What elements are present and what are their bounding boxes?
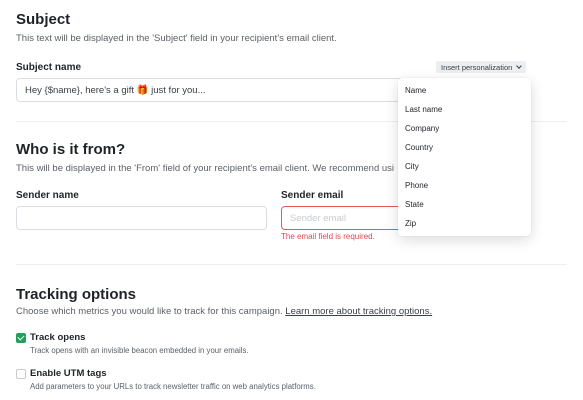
dropdown-item-city[interactable]: City	[405, 162, 419, 171]
from-description: This will be displayed in the 'From' fie…	[16, 163, 395, 174]
sender-email-placeholder: Sender email	[290, 212, 346, 224]
section-divider	[16, 264, 567, 265]
sender-email-error: The email field is required.	[281, 232, 375, 241]
tracking-learn-more-link[interactable]: Learn more about tracking options.	[285, 306, 432, 317]
track-opens-checkbox[interactable]	[16, 333, 26, 343]
sender-name-input[interactable]	[16, 206, 267, 230]
enable-utm-label: Enable UTM tags	[30, 368, 107, 379]
dropdown-item-phone[interactable]: Phone	[405, 181, 428, 190]
dropdown-item-country[interactable]: Country	[405, 143, 433, 152]
tracking-description: Choose which metrics you would like to t…	[16, 306, 432, 317]
subject-name-label: Subject name	[16, 62, 82, 73]
tracking-title: Tracking options	[16, 286, 137, 303]
sender-name-label: Sender name	[16, 190, 79, 201]
subject-title: Subject	[16, 11, 71, 28]
enable-utm-checkbox[interactable]	[16, 369, 26, 379]
tracking-description-text: Choose which metrics you would like to t…	[16, 306, 286, 317]
dropdown-item-company[interactable]: Company	[405, 124, 439, 133]
track-opens-label: Track opens	[30, 332, 86, 343]
dropdown-item-zip[interactable]: Zip	[405, 219, 416, 228]
chevron-down-icon	[516, 63, 523, 69]
dropdown-item-state[interactable]: State	[405, 200, 424, 209]
insert-personalization-label: Insert personalization	[441, 62, 513, 72]
personalization-dropdown: Name Last name Company Country City Phon…	[398, 78, 531, 236]
from-title: Who is it from?	[16, 141, 126, 158]
subject-description: This text will be displayed in the 'Subj…	[16, 33, 337, 44]
subject-name-value: Hey {$name}, here's a gift 🎁 just for yo…	[25, 84, 206, 96]
enable-utm-description: Add parameters to your URLs to track new…	[30, 382, 316, 391]
track-opens-description: Track opens with an invisible beacon emb…	[30, 346, 249, 355]
sender-email-label: Sender email	[281, 190, 344, 201]
dropdown-item-last-name[interactable]: Last name	[405, 105, 442, 114]
dropdown-item-name[interactable]: Name	[405, 86, 426, 95]
subject-name-input[interactable]: Hey {$name}, here's a gift 🎁 just for yo…	[16, 78, 406, 102]
insert-personalization-button[interactable]: Insert personalization	[436, 61, 527, 73]
